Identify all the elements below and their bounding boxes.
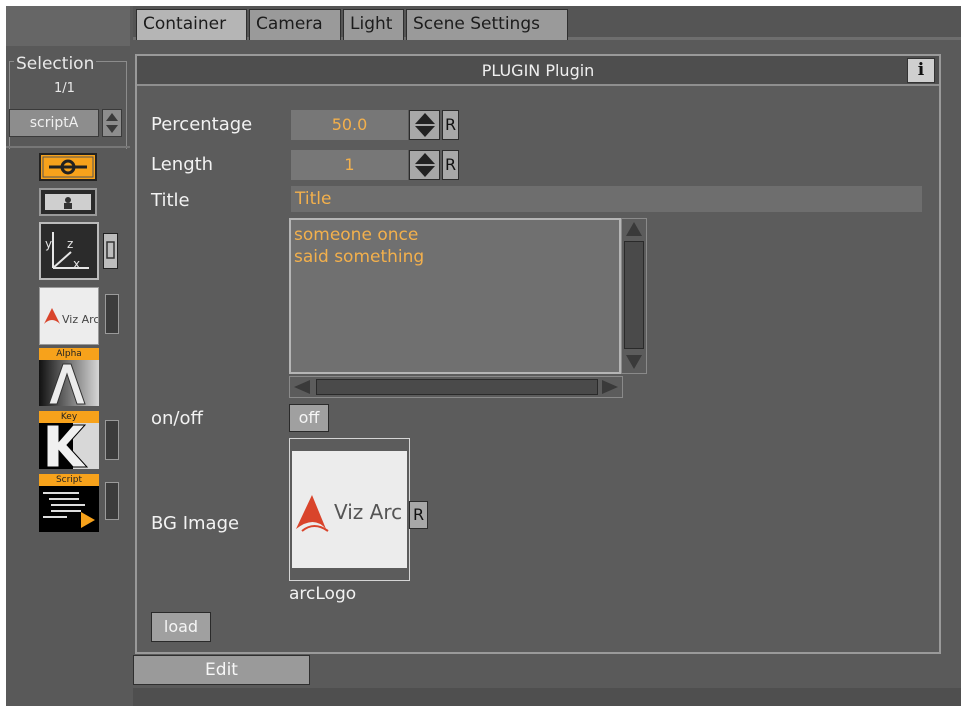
arc-logo-image: Viz Arc: [292, 451, 407, 568]
alpha-label: Alpha: [39, 348, 99, 360]
text-area[interactable]: someone once said something: [289, 218, 621, 374]
bg-image-thumbnail[interactable]: Viz Arc: [289, 438, 410, 581]
selection-name-field[interactable]: scriptA: [9, 109, 99, 137]
axis-toggle-chip[interactable]: [103, 233, 118, 269]
script-label: Script: [39, 474, 99, 486]
axis-y-letter: y: [45, 237, 52, 251]
bg-image-label: BG Image: [151, 513, 240, 534]
bottom-strip: [133, 688, 961, 706]
tab-container[interactable]: Container: [136, 9, 247, 40]
selection-stepper[interactable]: [102, 109, 122, 137]
length-input[interactable]: 1: [291, 150, 408, 180]
title-input[interactable]: Title: [291, 186, 922, 212]
key-label: Key: [39, 411, 99, 423]
tab-bar: Container Camera Light Scene Settings: [133, 6, 961, 40]
onoff-label: on/off: [151, 408, 203, 429]
tab-scene-settings[interactable]: Scene Settings: [406, 9, 568, 40]
selection-count: 1/1: [54, 81, 75, 96]
bg-image-name: arcLogo: [289, 584, 357, 604]
viz-arc-logo-text: Viz Arc: [62, 313, 98, 326]
arc-logo-text: Viz Arc: [334, 500, 402, 524]
bg-image-reset-button[interactable]: R: [409, 501, 428, 529]
key-icon[interactable]: Key: [39, 411, 99, 469]
axis-icon[interactable]: y z x: [39, 222, 99, 280]
percentage-stepper[interactable]: [409, 110, 440, 140]
load-button[interactable]: load: [151, 612, 211, 642]
info-button[interactable]: i: [907, 58, 935, 83]
title-label: Title: [151, 190, 190, 211]
script-icon[interactable]: Script: [39, 474, 99, 532]
text-horizontal-scrollbar[interactable]: [289, 376, 623, 398]
script-toggle-chip[interactable]: [105, 482, 119, 520]
person-icon[interactable]: [39, 188, 97, 216]
plugin-panel-title: PLUGIN Plugin: [137, 56, 939, 86]
transform-icon[interactable]: [39, 153, 97, 181]
logo-toggle-chip[interactable]: [105, 294, 119, 334]
percentage-label: Percentage: [151, 114, 253, 135]
left-separator: [6, 146, 130, 148]
length-stepper[interactable]: [409, 150, 440, 180]
plugin-editor-window: Selection 1/1 scriptA y z x Viz Arc Alph…: [6, 6, 961, 706]
plugin-panel: PLUGIN Plugin i Percentage 50.0 R Length…: [135, 54, 941, 654]
alpha-icon[interactable]: Alpha: [39, 348, 99, 406]
tab-camera[interactable]: Camera: [249, 9, 341, 40]
length-reset-button[interactable]: R: [442, 150, 459, 180]
viz-arc-logo-icon[interactable]: Viz Arc: [39, 287, 99, 345]
left-panel-header: [6, 6, 130, 46]
key-toggle-chip[interactable]: [105, 420, 119, 460]
selection-title: Selection: [14, 54, 97, 74]
tab-light[interactable]: Light: [343, 9, 404, 40]
percentage-input[interactable]: 50.0: [291, 110, 408, 140]
axis-x-letter: x: [73, 257, 80, 271]
left-panel: Selection 1/1 scriptA y z x Viz Arc Alph…: [6, 6, 130, 706]
edit-button[interactable]: Edit: [133, 655, 310, 685]
axis-z-letter: z: [67, 237, 73, 251]
text-vertical-scrollbar[interactable]: [621, 218, 647, 374]
percentage-reset-button[interactable]: R: [442, 110, 459, 140]
length-label: Length: [151, 154, 214, 175]
onoff-toggle[interactable]: off: [289, 404, 329, 432]
